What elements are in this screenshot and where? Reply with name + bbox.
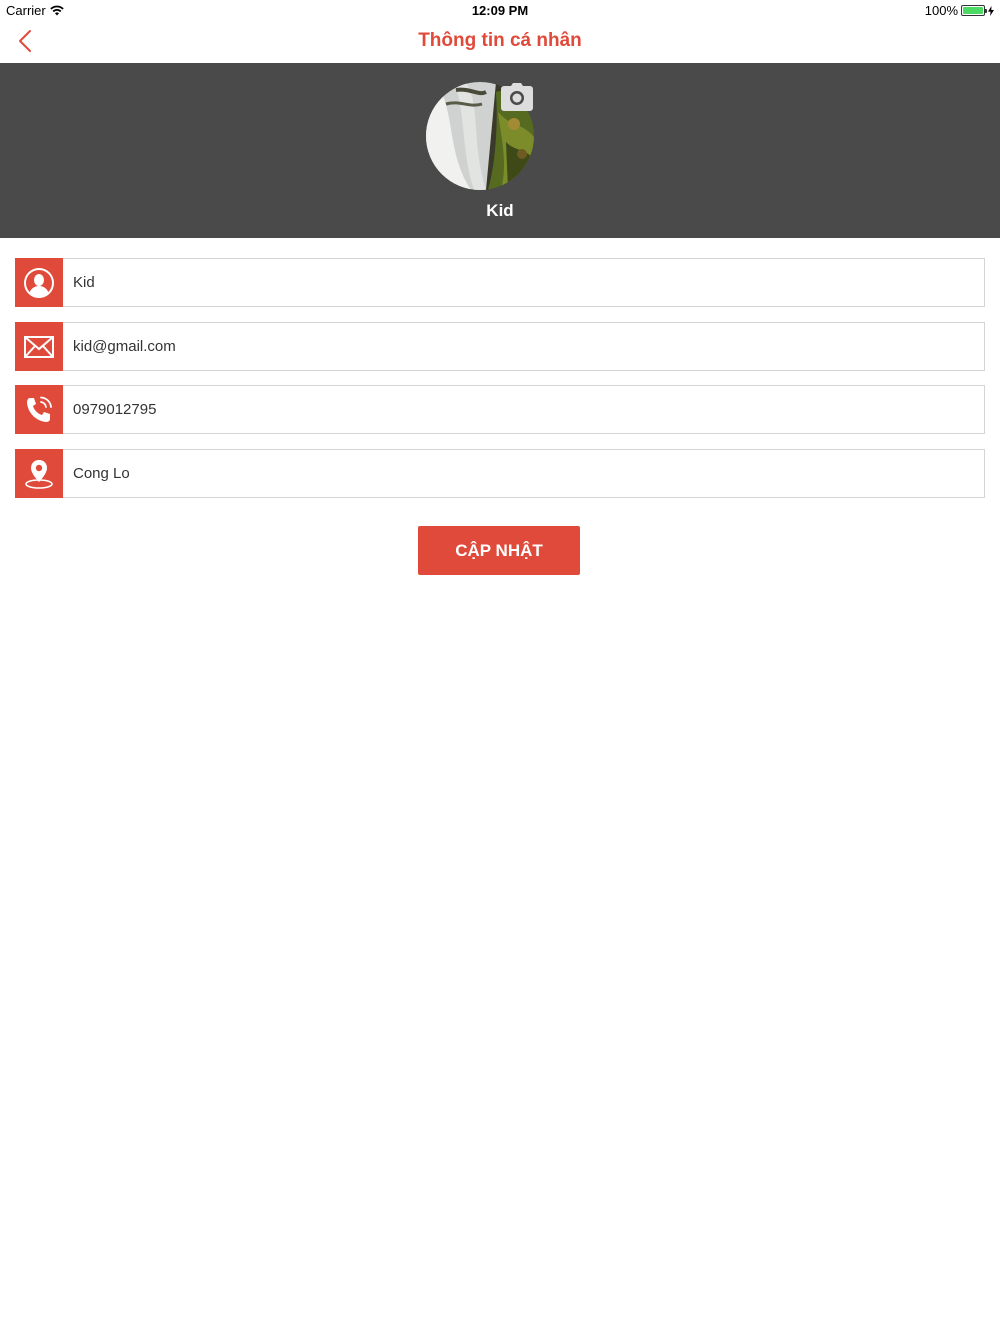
name-field xyxy=(15,258,985,307)
page-title: Thông tin cá nhân xyxy=(418,30,582,51)
update-button[interactable]: CẬP NHẬT xyxy=(418,526,580,575)
phone-icon-box xyxy=(15,385,63,434)
address-icon-box xyxy=(15,449,63,498)
charging-icon xyxy=(988,5,994,16)
name-input[interactable] xyxy=(73,262,953,303)
battery-indicator: 100% xyxy=(925,3,994,18)
address-field xyxy=(15,449,985,498)
email-icon-box xyxy=(15,322,63,371)
phone-input[interactable] xyxy=(73,389,953,430)
address-input[interactable] xyxy=(73,453,953,494)
clock: 12:09 PM xyxy=(471,3,529,18)
profile-header: Kid xyxy=(0,63,1000,238)
phone-icon xyxy=(27,396,52,422)
profile-name: Kid xyxy=(486,201,514,220)
location-pin-icon xyxy=(25,459,53,489)
name-icon-box xyxy=(15,258,63,307)
email-input[interactable] xyxy=(73,326,953,367)
camera-icon xyxy=(501,83,533,111)
user-icon xyxy=(24,267,54,298)
email-field xyxy=(15,322,985,371)
phone-field xyxy=(15,385,985,434)
navigation-bar: Thông tin cá nhân xyxy=(0,20,1000,63)
change-photo-button[interactable] xyxy=(500,82,534,112)
battery-icon xyxy=(961,5,987,16)
status-bar: Carrier 12:09 PM 100% xyxy=(0,0,1000,20)
battery-percent: 100% xyxy=(924,3,958,18)
envelope-icon xyxy=(24,335,54,358)
